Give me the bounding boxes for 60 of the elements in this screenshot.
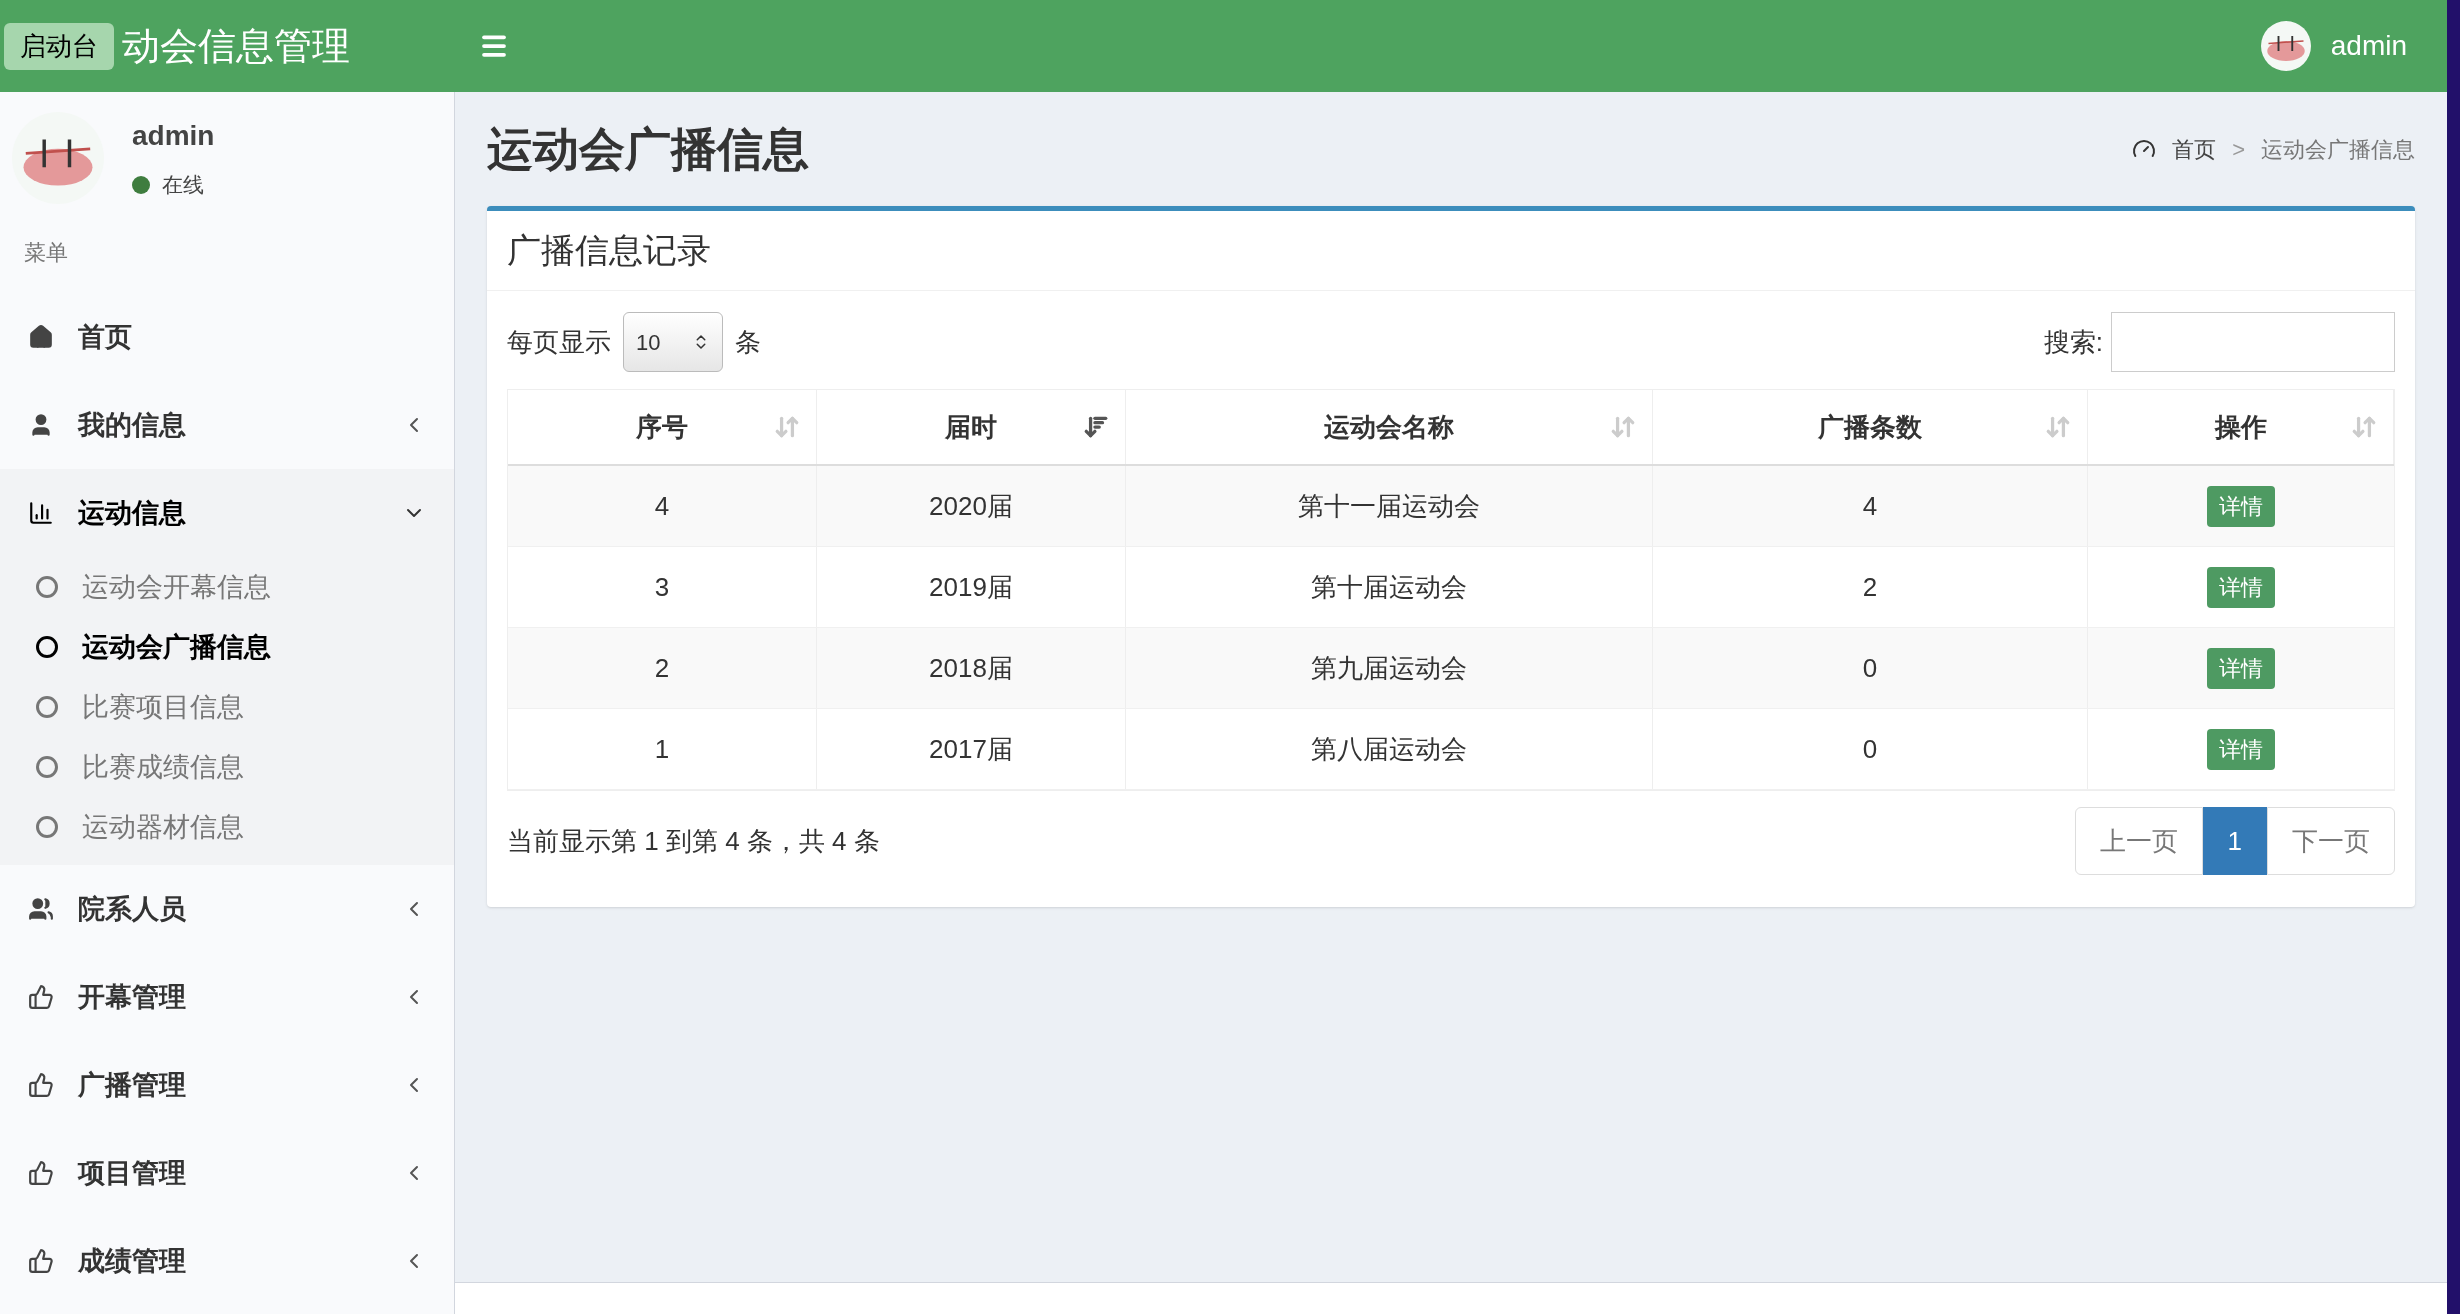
table-cell: 2020届 [817,466,1126,546]
column-header[interactable]: 操作 [2088,390,2394,464]
submenu-item[interactable]: 比赛项目信息 [0,677,454,737]
thumbs-up-icon [28,1160,54,1186]
sidebar-menu-item[interactable]: 我的信息 [0,381,454,469]
table-cell: 第十一届运动会 [1126,466,1653,546]
submenu-item[interactable]: 运动器材信息 [0,797,454,857]
column-header[interactable]: 序号 [508,390,817,464]
search-field[interactable] [2111,312,2395,372]
launcher-tooltip: 启动台 [4,22,114,70]
page-length-unit: 条 [735,325,761,359]
avatar-illustration [2260,21,2311,71]
app-title: 动会信息管理 [122,23,350,69]
column-header[interactable]: 运动会名称 [1126,390,1653,464]
online-status: 在线 [162,172,204,199]
users-icon [28,896,54,922]
table-info: 当前显示第 1 到第 4 条，共 4 条 [507,824,880,858]
page-title: 运动会广播信息 [487,121,809,177]
submenu-item[interactable]: 运动会广播信息 [0,617,454,677]
table-cell: 0 [1653,628,2088,708]
sidebar-menu-item[interactable]: 院系人员 [0,865,454,953]
sidebar-menu-item[interactable]: 运动信息 [0,469,454,557]
table-cell: 1 [508,709,817,789]
table-cell: 第九届运动会 [1126,628,1653,708]
column-header[interactable]: 广播条数 [1653,390,2088,464]
panel-title: 广播信息记录 [507,230,711,271]
thumbs-up-icon [28,1248,54,1274]
sidebar-menu-item[interactable]: 首页 [0,293,454,381]
submenu-item[interactable]: 运动会开幕信息 [0,557,454,617]
breadcrumb-separator: > [2232,135,2245,164]
bar-chart-icon [28,500,54,526]
table-cell: 4 [508,466,817,546]
table-cell: 2 [1653,547,2088,627]
pagination-button[interactable]: 上一页 [2074,807,2203,875]
sidebar-menu-item[interactable]: 成绩管理 [0,1217,454,1305]
thumbs-up-icon [28,1072,54,1098]
submenu-item[interactable]: 比赛成绩信息 [0,737,454,797]
column-header[interactable]: 届时 [817,390,1126,464]
pagination-button[interactable]: 1 [2202,807,2267,875]
user-name: admin [132,119,215,154]
table-cell: 第八届运动会 [1126,709,1653,789]
home-icon [28,324,54,350]
thumbs-up-icon [28,984,54,1010]
table-cell: 4 [1653,466,2088,546]
table-cell: 2 [508,628,817,708]
sidebar-menu-item[interactable]: 项目管理 [0,1129,454,1217]
menu-heading: 菜单 [23,239,69,267]
table-cell: 2018届 [817,628,1126,708]
search-label: 搜索: [2043,325,2103,359]
sidebar-menu-item[interactable]: 开幕管理 [0,953,454,1041]
table-cell: 3 [508,547,817,627]
table-cell: 第十届运动会 [1126,547,1653,627]
sidebar-menu-item[interactable]: 广播管理 [0,1041,454,1129]
page-length-select[interactable]: 10 [623,312,723,372]
breadcrumb-link[interactable]: 首页 [2172,132,2217,166]
pagination-button[interactable]: 下一页 [2267,807,2395,875]
table-cell: 2017届 [817,709,1126,789]
page-length-label: 每页显示 [507,325,611,359]
table-cell: 2019届 [817,547,1126,627]
table-cell: 0 [1653,709,2088,789]
